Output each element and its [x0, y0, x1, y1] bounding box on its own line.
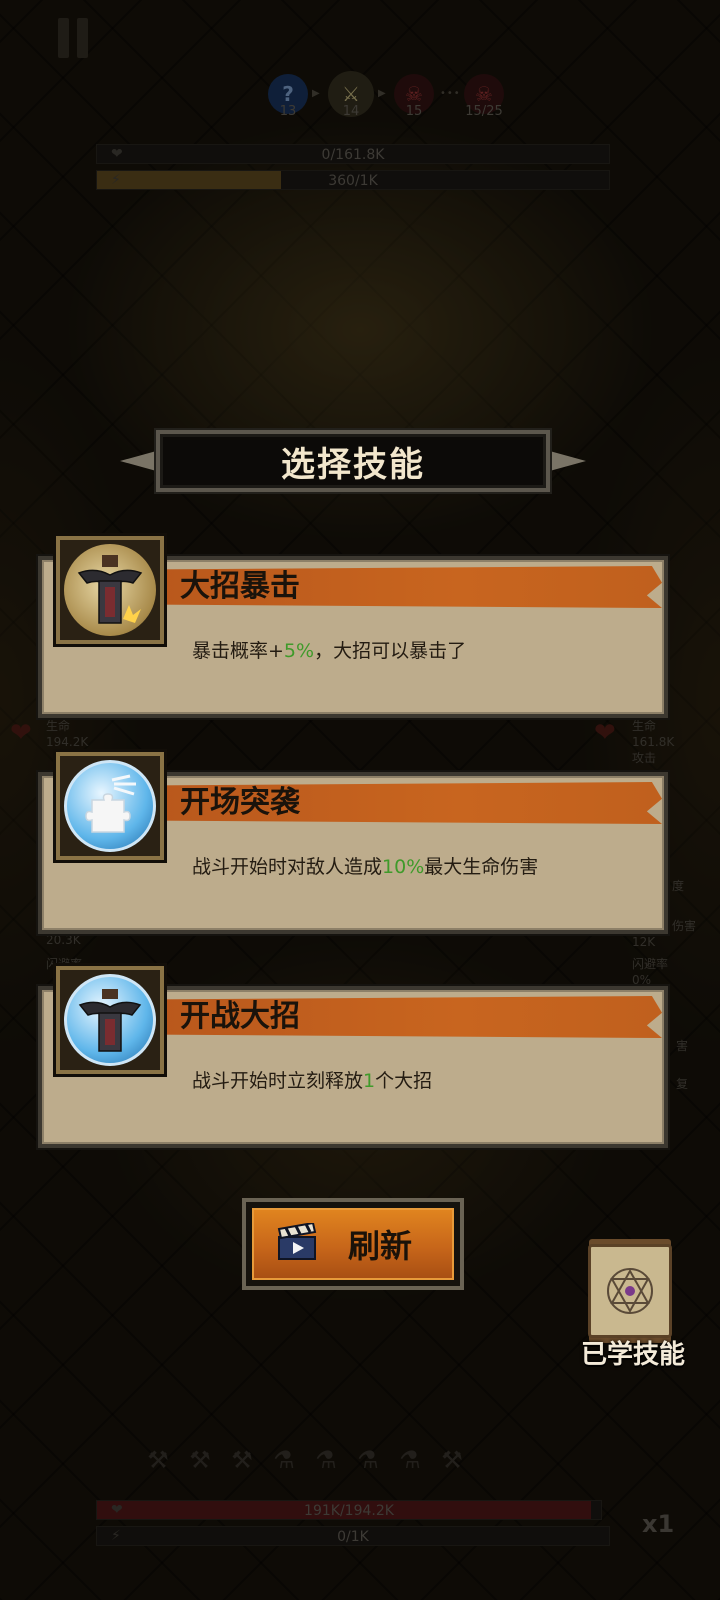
dark-cross-gold-icon: [64, 544, 156, 636]
skill-card[interactable]: 开场突袭 战斗开始时对敌人造成10%最大生命伤害: [38, 752, 668, 934]
desc-highlight: 10%: [382, 856, 425, 878]
dialog-title-banner: 选择技能: [120, 428, 586, 494]
title-box: 选择技能: [156, 430, 550, 492]
banner-spike-left: [120, 450, 160, 472]
clapperboard-icon: [276, 1221, 318, 1265]
desc-text: 个大招: [375, 1070, 433, 1092]
desc-highlight: 1: [363, 1070, 376, 1092]
skill-description: 暴击概率+5%，大招可以暴击了: [192, 638, 466, 664]
desc-text: 暴击概率+: [192, 640, 284, 662]
scroll-icon: [588, 1244, 672, 1338]
learned-skills-label: 已学技能: [580, 1340, 685, 1370]
skill-icon-frame: [56, 966, 164, 1074]
dialog-title: 选择技能: [281, 444, 425, 485]
dark-cross-blue-icon: [64, 974, 156, 1066]
skill-name: 开场突袭: [180, 785, 300, 820]
desc-highlight: 5%: [283, 640, 315, 662]
refresh-button[interactable]: 刷新: [242, 1198, 464, 1290]
banner-spike-right: [546, 450, 586, 472]
refresh-label: 刷新: [348, 1227, 413, 1265]
skill-card[interactable]: 开战大招 战斗开始时立刻释放1个大招: [38, 966, 668, 1148]
puzzle-burst-blue-icon: [64, 760, 156, 852]
skill-icon-frame: [56, 536, 164, 644]
desc-text: ，大招可以暴击了: [314, 640, 467, 662]
refresh-button-face: 刷新: [252, 1208, 454, 1280]
skill-icon-frame: [56, 752, 164, 860]
skill-card[interactable]: 大招暴击 暴击概率+5%，大招可以暴击了: [38, 536, 668, 718]
skill-name: 开战大招: [180, 999, 300, 1034]
desc-text: 最大生命伤害: [424, 856, 539, 878]
skill-description: 战斗开始时对敌人造成10%最大生命伤害: [192, 854, 538, 880]
learned-skills-button[interactable]: 已学技能: [572, 1240, 694, 1370]
desc-text: 战斗开始时立刻释放: [192, 1070, 364, 1092]
skill-description: 战斗开始时立刻释放1个大招: [192, 1068, 432, 1094]
desc-text: 战斗开始时对敌人造成: [192, 856, 383, 878]
skill-name: 大招暴击: [180, 569, 300, 604]
